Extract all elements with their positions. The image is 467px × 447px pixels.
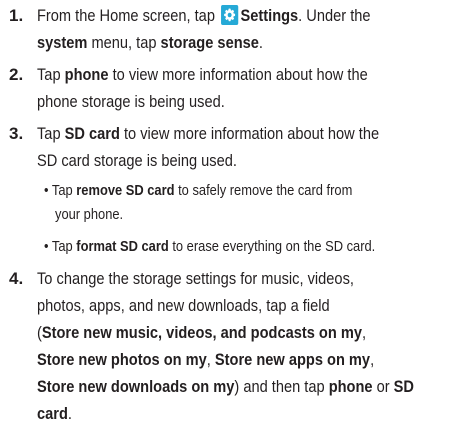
step-text-line: card. bbox=[37, 404, 72, 423]
step-text-line: Tap SD card to view more information abo… bbox=[37, 124, 380, 143]
instruction-list: 1. From the Home screen, tap Settings. U… bbox=[0, 0, 467, 447]
bullet-item: • Tap format SD card to erase everything… bbox=[44, 238, 376, 255]
step-number: 1. bbox=[9, 6, 24, 25]
step-number: 3. bbox=[9, 124, 24, 143]
step-text-line: Tap phone to view more information about… bbox=[37, 65, 368, 84]
step-number: 2. bbox=[9, 65, 24, 84]
step-text-line: From the Home screen, tap Settings. Unde… bbox=[37, 5, 371, 25]
step-number: 4. bbox=[9, 269, 24, 288]
gear-icon bbox=[220, 5, 238, 25]
bullet-item: • Tap remove SD card to safely remove th… bbox=[44, 182, 353, 199]
step-text-line: (Store new music, videos, and podcasts o… bbox=[37, 323, 367, 342]
step-text-line: system menu, tap storage sense. bbox=[37, 33, 263, 52]
step-text-line: photos, apps, and new downloads, tap a f… bbox=[37, 296, 330, 315]
bullet-item-continuation: your phone. bbox=[55, 206, 124, 223]
step-text-line: Store new downloads on my) and then tap … bbox=[37, 377, 414, 396]
step-text-line: phone storage is being used. bbox=[37, 92, 225, 111]
step-text-line: To change the storage settings for music… bbox=[37, 269, 354, 288]
step-text-line: Store new photos on my, Store new apps o… bbox=[37, 350, 375, 369]
step-text-line: SD card storage is being used. bbox=[37, 151, 237, 170]
